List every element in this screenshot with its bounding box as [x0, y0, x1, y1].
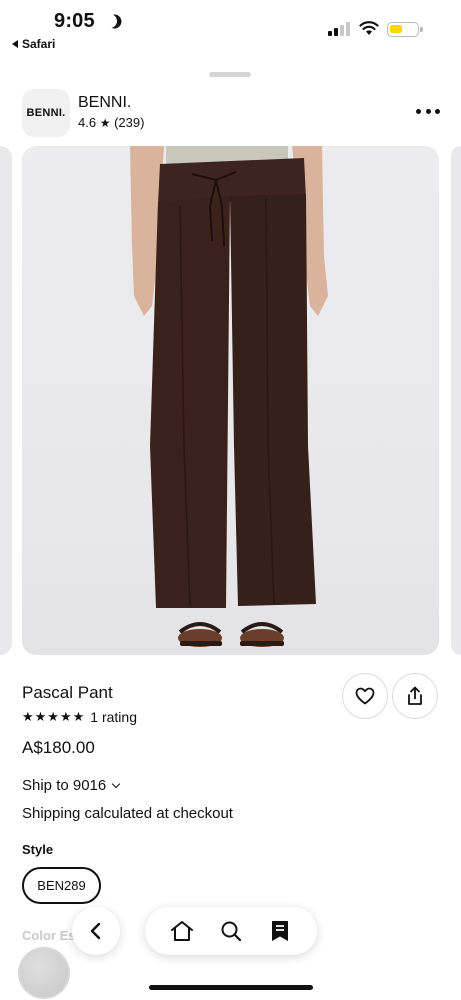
shop-logo[interactable]: BENNI. — [22, 89, 70, 137]
ship-to-label: Ship to 9016 — [22, 777, 107, 794]
previous-image-peek[interactable] — [0, 146, 12, 655]
back-app-label: Safari — [22, 37, 56, 51]
moon-icon — [101, 12, 119, 30]
receipt-icon — [272, 921, 289, 941]
nav-orders-button[interactable] — [264, 915, 296, 947]
home-indicator[interactable] — [149, 985, 313, 990]
style-option-chip[interactable]: BEN289 — [22, 867, 101, 904]
back-triangle-icon — [12, 40, 18, 48]
nav-home-button[interactable] — [166, 915, 198, 947]
product-price: A$180.00 — [22, 738, 95, 757]
home-icon — [170, 921, 193, 941]
product-title: Pascal Pant — [22, 683, 113, 702]
cellular-signal-icon — [328, 22, 350, 36]
rating-stars-icon: ★★★★★ — [22, 709, 86, 724]
shop-rating-count: (239) — [114, 115, 145, 130]
rating-text: 1 rating — [90, 709, 137, 725]
more-icon[interactable] — [416, 106, 440, 116]
favorite-button[interactable] — [342, 673, 388, 719]
product-image[interactable] — [22, 146, 439, 655]
chevron-left-icon — [90, 922, 101, 940]
status-bar: 9:05 Safari — [0, 0, 461, 56]
product-rating-row[interactable]: ★★★★★ 1 rating — [22, 709, 137, 725]
wifi-icon — [359, 21, 379, 35]
share-button[interactable] — [392, 673, 438, 719]
color-label-text: Color — [22, 928, 56, 943]
chevron-down-icon — [112, 779, 121, 789]
heart-icon — [355, 687, 375, 705]
shop-rating: 4.6 ★ (239) — [78, 115, 144, 130]
shipping-note: Shipping calculated at checkout — [22, 805, 233, 822]
status-time: 9:05 — [54, 10, 95, 32]
next-image-peek[interactable] — [451, 146, 461, 655]
color-label: Color Es — [22, 928, 75, 943]
search-icon — [221, 921, 242, 942]
ship-to-selector[interactable]: Ship to 9016 — [22, 777, 121, 794]
shop-rating-value: 4.6 — [78, 115, 97, 130]
share-icon — [408, 686, 422, 705]
star-icon: ★ — [99, 116, 111, 130]
pant-illustration — [130, 146, 328, 647]
shop-name[interactable]: BENNI. — [78, 94, 131, 112]
back-button[interactable] — [72, 907, 120, 955]
style-label: Style — [22, 842, 54, 857]
nav-search-button[interactable] — [215, 915, 247, 947]
bottom-nav-bar — [145, 907, 317, 955]
color-swatch[interactable] — [18, 947, 70, 999]
sheet-grabber[interactable] — [209, 72, 251, 77]
battery-icon — [387, 22, 423, 37]
back-to-safari-link[interactable]: Safari — [12, 37, 55, 51]
